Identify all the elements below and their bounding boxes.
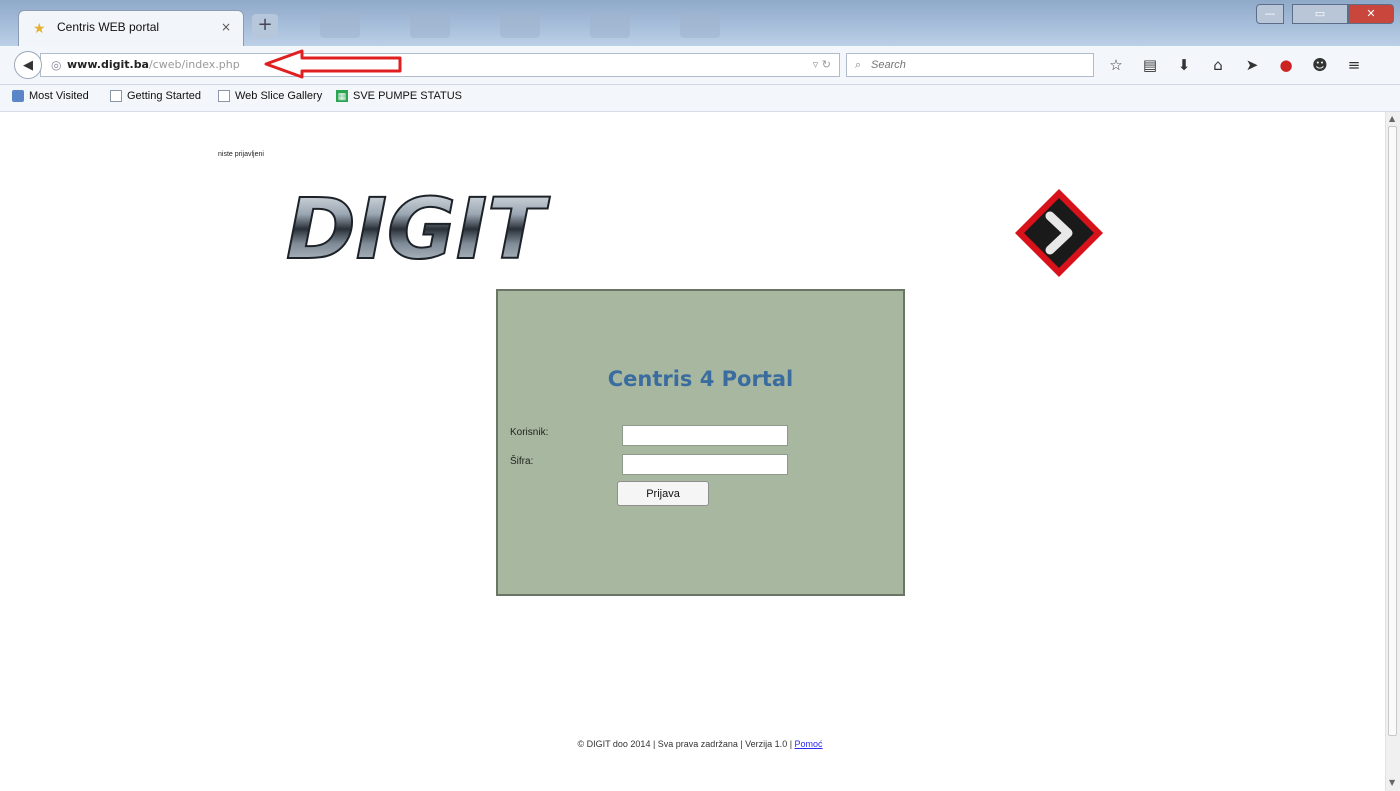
username-label: Korisnik:: [510, 427, 549, 438]
login-title: Centris 4 Portal: [607, 367, 794, 391]
navigation-bar: ◎ www.digit.ba/cweb/index.php ▿ ↻ ◀ ⌕ ☆ …: [0, 46, 1400, 85]
download-icon[interactable]: ⬇: [1174, 55, 1194, 75]
star-favicon-icon: ★: [33, 21, 46, 37]
minimize-button[interactable]: —: [1256, 4, 1284, 24]
maximize-button[interactable]: ▭: [1292, 4, 1348, 24]
menu-icon[interactable]: ≡: [1344, 55, 1364, 75]
spreadsheet-icon: ▦: [336, 90, 348, 102]
back-button[interactable]: ◀: [14, 51, 42, 79]
blurred-tab: [320, 12, 360, 38]
page-icon: [218, 90, 230, 102]
bookmarks-bar: Most Visited Getting Started Web Slice G…: [0, 85, 1400, 112]
scroll-up-icon[interactable]: ▲: [1389, 114, 1395, 123]
browser-tab-active[interactable]: ★ Centris WEB portal ×: [18, 10, 244, 46]
url-host: www.digit.ba: [67, 58, 149, 71]
bookmarks-list-icon[interactable]: ▤: [1140, 55, 1160, 75]
annotation-arrow-icon: [264, 49, 402, 79]
blurred-tab: [680, 12, 720, 38]
tab-title: Centris WEB portal: [57, 20, 160, 34]
url-text[interactable]: www.digit.ba/cweb/index.php: [67, 58, 240, 71]
adblock-icon[interactable]: ●: [1276, 55, 1296, 75]
blurred-tab: [410, 12, 450, 38]
login-status-text: niste prijavljeni: [218, 151, 264, 158]
password-label: Šifra:: [510, 456, 534, 467]
blurred-tab: [500, 12, 540, 38]
help-link[interactable]: Pomoć: [795, 739, 823, 749]
digit-logo: DIGIT: [285, 179, 551, 272]
bookmark-most-visited[interactable]: Most Visited: [12, 90, 89, 102]
password-input[interactable]: [622, 454, 788, 475]
scrollbar-thumb[interactable]: [1388, 126, 1397, 736]
bookmark-getting-started[interactable]: Getting Started: [110, 90, 201, 102]
vertical-scrollbar[interactable]: ▲ ▼: [1385, 112, 1400, 791]
home-icon[interactable]: ⌂: [1208, 55, 1228, 75]
bookmark-label: Getting Started: [127, 90, 201, 102]
toolbar-icons: ☆ ▤ ⬇ ⌂ ➤ ● ☻ ≡: [1106, 55, 1378, 75]
search-icon: ⌕: [855, 58, 862, 71]
blurred-tab: [590, 12, 630, 38]
bookmark-label: SVE PUMPE STATUS: [353, 90, 463, 102]
tab-close-icon[interactable]: ×: [221, 20, 231, 34]
footer-text: © DIGIT doo 2014 | Sva prava zadržana | …: [577, 739, 795, 749]
username-input[interactable]: [622, 425, 788, 446]
new-tab-button[interactable]: +: [252, 14, 278, 38]
window-controls: — ▭ ✕: [1256, 4, 1394, 26]
window-titlebar: ★ Centris WEB portal × + — ▭ ✕: [0, 0, 1400, 46]
scroll-down-icon[interactable]: ▼: [1389, 778, 1395, 787]
address-bar[interactable]: ◎ www.digit.ba/cweb/index.php ▿ ↻: [40, 53, 840, 77]
bookmark-label: Web Slice Gallery: [235, 90, 323, 102]
page-icon: [110, 90, 122, 102]
url-dropdown-reload-icon[interactable]: ▿ ↻: [813, 58, 831, 71]
login-panel: Centris 4 Portal Korisnik: Šifra: Prijav…: [496, 289, 905, 596]
digit-arrow-logo-icon: [1015, 189, 1103, 277]
close-window-button[interactable]: ✕: [1348, 4, 1394, 24]
bookmark-star-icon[interactable]: ☆: [1106, 55, 1126, 75]
most-visited-icon: [12, 90, 24, 102]
search-input[interactable]: [871, 57, 1081, 73]
url-path: /cweb/index.php: [148, 58, 240, 71]
site-identity-icon[interactable]: ◎: [51, 58, 61, 72]
addon-icon[interactable]: ☻: [1310, 55, 1330, 75]
bookmark-label: Most Visited: [29, 90, 89, 102]
bookmark-sve-pumpe-status[interactable]: ▦ SVE PUMPE STATUS: [336, 90, 462, 102]
search-box[interactable]: ⌕: [846, 53, 1094, 77]
page-footer: © DIGIT doo 2014 | Sva prava zadržana | …: [0, 739, 1400, 749]
bookmark-web-slice-gallery[interactable]: Web Slice Gallery: [218, 90, 322, 102]
logo-text: DIGIT: [286, 180, 550, 272]
send-icon[interactable]: ➤: [1242, 55, 1262, 75]
login-button[interactable]: Prijava: [617, 481, 709, 506]
